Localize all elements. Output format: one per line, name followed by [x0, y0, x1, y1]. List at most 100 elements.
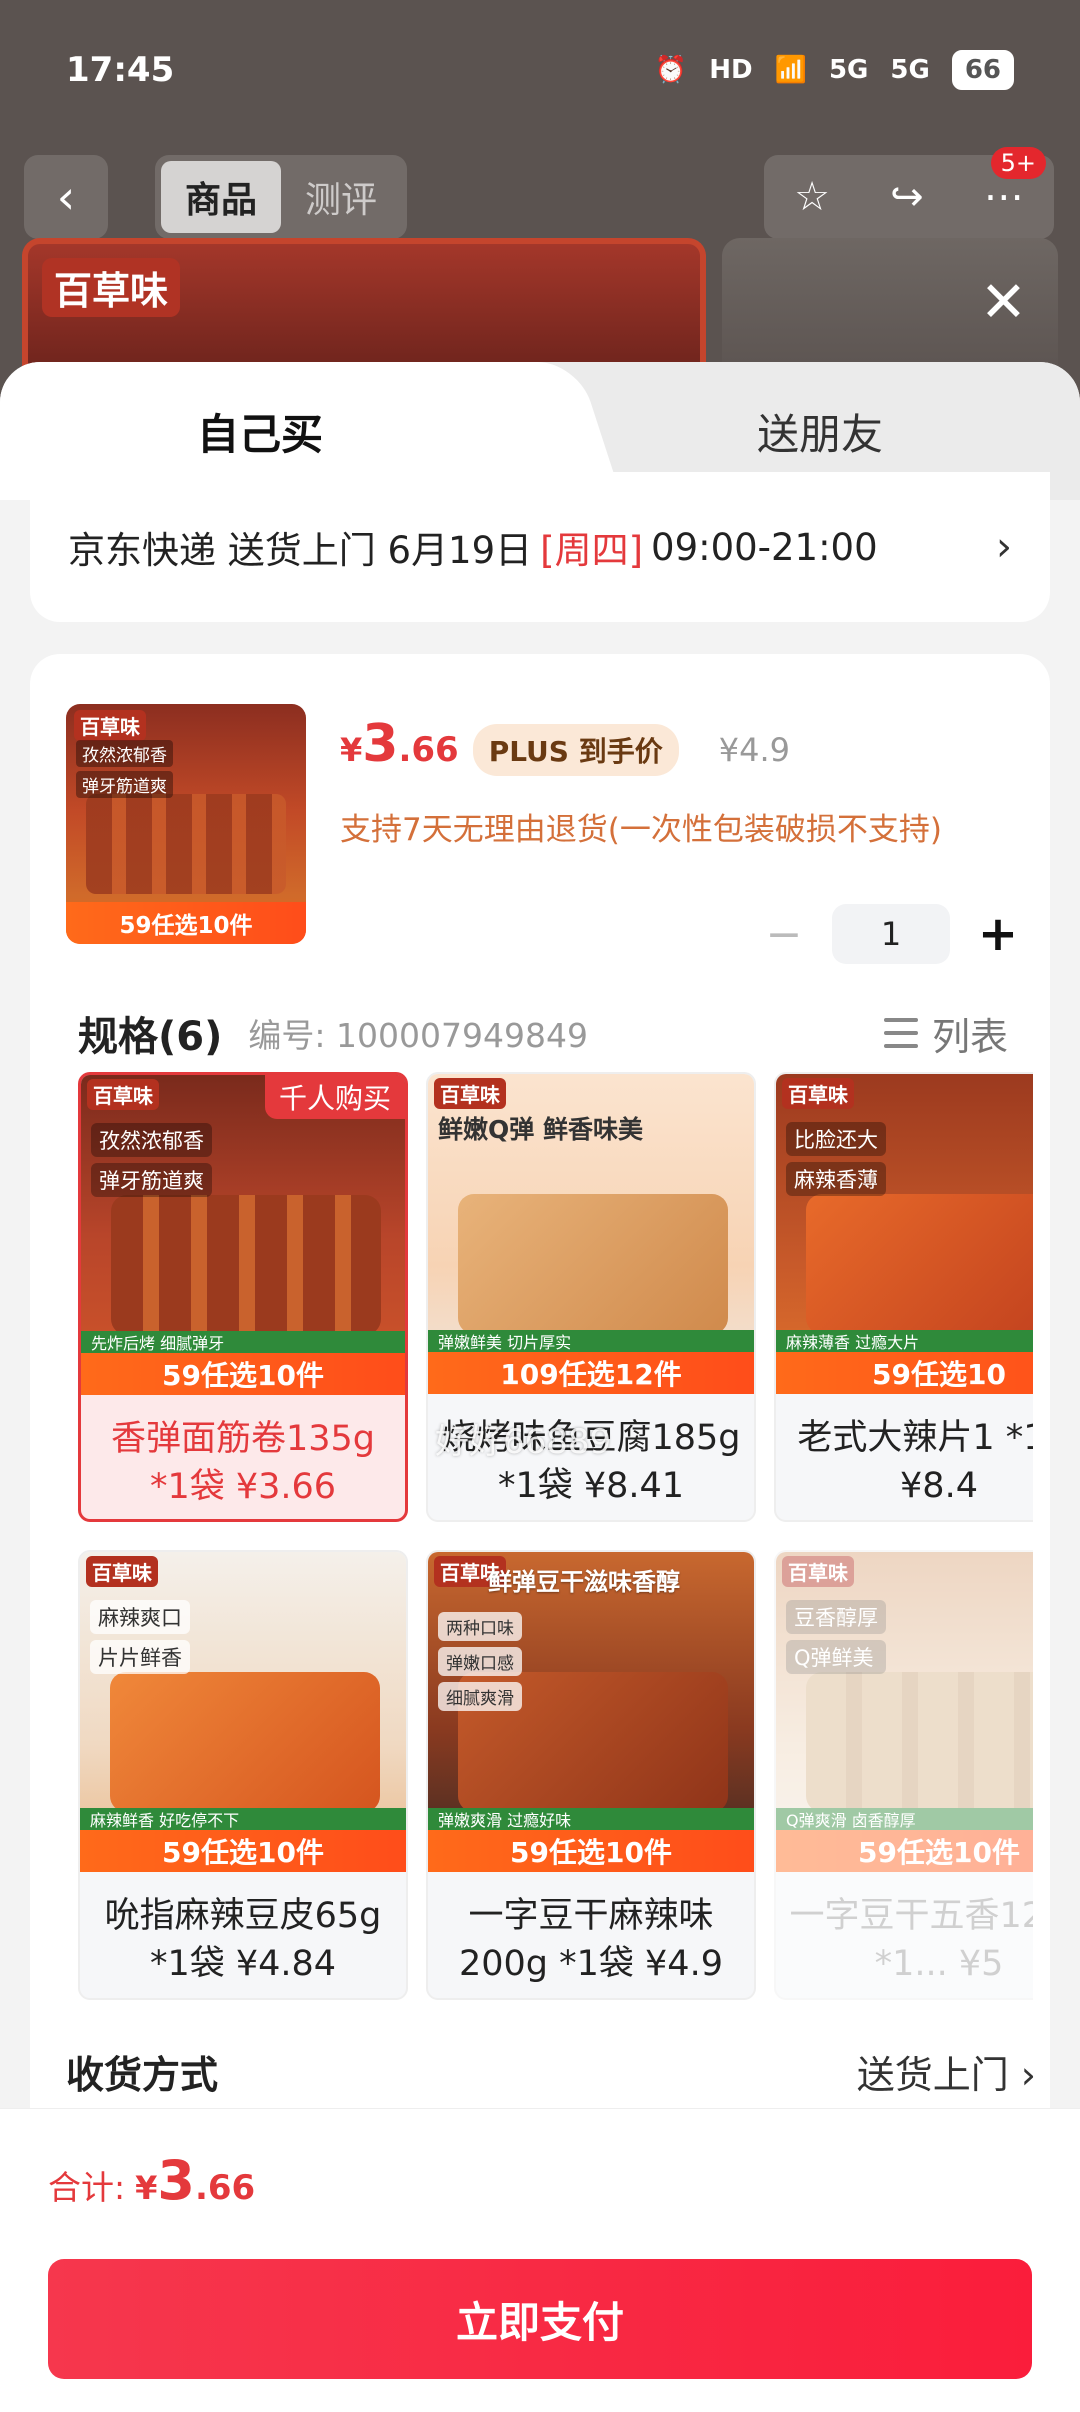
spec-tags: 两种口味 弹嫩口感 细腻爽滑 — [438, 1612, 522, 1711]
delivery-weekday: [周四] — [540, 529, 644, 572]
quantity-stepper: − 1 + — [760, 904, 1022, 964]
delivery-window: 09:00-21:00 — [651, 525, 878, 569]
signal-icon-2: 5G — [890, 55, 930, 85]
share-icon[interactable]: ↪ — [890, 174, 924, 220]
chevron-right-icon: › — [996, 524, 1012, 570]
spec-promo: 109任选12件 — [428, 1352, 754, 1394]
spec-tag: 弹牙筋道爽 — [91, 1163, 212, 1197]
product-tabs: 商品 测评 — [155, 155, 407, 239]
plus-price-badge: PLUS 到手价 — [472, 724, 679, 776]
background-banner: 百草味 — [22, 238, 706, 378]
spec-tags: 豆香醇厚 Q弹鲜美 — [786, 1600, 886, 1674]
list-view-label: 列表 — [931, 1014, 1008, 1059]
spec-image: 百草味 鲜嫩Q弹 鲜香味美 弹嫩鲜美 切片厚实 109任选12件 — [428, 1074, 754, 1394]
food-graphic — [458, 1194, 728, 1334]
spec-subline: 弹嫩鲜美 切片厚实 — [428, 1330, 754, 1352]
spec-tags: 麻辣爽口 片片鲜香 — [90, 1600, 190, 1674]
pay-now-button[interactable]: 立即支付 — [48, 2259, 1032, 2379]
spec-option[interactable]: 百草味 鲜弹豆干滋味香醇 两种口味 弹嫩口感 细腻爽滑 弹嫩爽滑 过瘾好味 59… — [426, 1550, 756, 2000]
spec-header: 规格(6) 编号: 100007949849 列表 — [78, 1004, 1008, 1062]
close-icon[interactable]: ✕ — [980, 270, 1027, 335]
brand-logo: 百草味 — [782, 1556, 854, 1587]
image-tag: 弹牙筋道爽 — [76, 771, 173, 798]
tab-buy-self[interactable]: 自己买 — [0, 362, 520, 500]
spec-headline: 鲜嫩Q弹 鲜香味美 — [438, 1115, 643, 1144]
tab-send-friend[interactable]: 送朋友 — [600, 362, 1040, 500]
spec-tag: 豆香醇厚 — [786, 1600, 886, 1634]
back-button[interactable]: ‹ — [24, 155, 108, 239]
brand-logo: 百草味 — [42, 258, 181, 317]
price-decimal: .66 — [398, 730, 459, 770]
spec-option[interactable]: 百草味 比脸还大 麻辣香薄 麻辣薄香 过瘾大片 59任选10 老式大辣片1 *1… — [774, 1072, 1033, 1522]
spec-tag: 两种口味 — [438, 1612, 522, 1641]
spec-promo: 59任选10件 — [428, 1830, 754, 1872]
wifi-icon: 📶 — [774, 55, 807, 85]
tab-review[interactable]: 测评 — [281, 161, 401, 233]
food-graphic — [110, 1672, 380, 1812]
spec-option[interactable]: 百草味 豆香醇厚 Q弹鲜美 Q弹爽滑 卤香醇厚 59任选10件 一字豆干五香12… — [774, 1550, 1033, 2000]
tab-product[interactable]: 商品 — [161, 161, 281, 233]
price-integer: 3 — [362, 714, 399, 774]
delivery-carrier: 京东快递 送货上门 6月19日 — [68, 529, 533, 572]
checkout-footer: 合计: ¥3.66 立即支付 — [0, 2108, 1080, 2412]
list-view-toggle[interactable]: 列表 — [883, 1006, 1008, 1061]
spec-name: 吮指麻辣豆皮65g *1袋 ¥4.84 — [104, 1896, 382, 1984]
background-nav: ‹ 商品 测评 ☆ ↪ ⋯ 5+ — [0, 147, 1080, 245]
price-row: ¥3.66 PLUS 到手价 ¥4.9 — [340, 714, 790, 776]
status-icons: ⏰ HD 📶 5G 5G 66 — [655, 50, 1014, 90]
spec-name: 老式大辣片1 *1袋 ¥8.4 — [797, 1418, 1033, 1506]
spec-tag: 麻辣香薄 — [786, 1162, 886, 1196]
spec-tags: 比脸还大 麻辣香薄 — [786, 1122, 886, 1196]
total-symbol: ¥ — [135, 2169, 158, 2207]
receive-label: 收货方式 — [66, 2053, 219, 2097]
spec-option[interactable]: 百草味 孜然浓郁香 弹牙筋道爽 先炸后烤 细腻弹牙 59任选10件 千人购买 香… — [78, 1072, 408, 1522]
spec-image: 百草味 豆香醇厚 Q弹鲜美 Q弹爽滑 卤香醇厚 59任选10件 — [776, 1552, 1033, 1872]
spec-promo: 59任选10件 — [776, 1830, 1033, 1872]
total-integer: 3 — [157, 2149, 195, 2212]
spec-subline: Q弹爽滑 卤香醇厚 — [776, 1808, 1033, 1830]
status-bar: 17:45 ⏰ HD 📶 5G 5G 66 — [0, 0, 1080, 140]
spec-name: 一字豆干五香120g *1... ¥5 — [789, 1896, 1033, 1984]
signal-icon-1: 5G — [828, 55, 869, 85]
spec-tags: 孜然浓郁香 弹牙筋道爽 — [91, 1123, 212, 1197]
food-graphic — [806, 1672, 1033, 1812]
battery-icon: 66 — [951, 50, 1014, 90]
price-symbol: ¥ — [340, 731, 363, 769]
spec-tag: 麻辣爽口 — [90, 1600, 190, 1634]
star-icon[interactable]: ☆ — [794, 174, 830, 220]
total-label: 合计: — [48, 2168, 126, 2207]
spec-subline: 弹嫩爽滑 过瘾好味 — [428, 1808, 754, 1830]
brand-logo: 百草味 — [782, 1078, 854, 1109]
spec-promo: 59任选10件 — [81, 1353, 405, 1395]
food-graphic — [86, 794, 286, 894]
brand-logo: 百草味 — [434, 1078, 506, 1109]
quantity-input[interactable]: 1 — [832, 904, 950, 964]
list-icon — [883, 1018, 918, 1048]
brand-logo: 百草味 — [86, 1556, 158, 1587]
spec-subline: 麻辣鲜香 好吃停不下 — [80, 1808, 406, 1830]
spec-grid: 百草味 孜然浓郁香 弹牙筋道爽 先炸后烤 细腻弹牙 59任选10件 千人购买 香… — [78, 1072, 1033, 2022]
current-price: ¥3.66 — [340, 714, 459, 774]
product-image[interactable]: 百草味 孜然浓郁香 弹牙筋道爽 59任选10件 — [66, 704, 306, 944]
total-decimal: .66 — [194, 2168, 256, 2208]
increase-button[interactable]: + — [974, 906, 1022, 962]
spec-option[interactable]: 百草味 麻辣爽口 片片鲜香 麻辣鲜香 好吃停不下 59任选10件 吮指麻辣豆皮6… — [78, 1550, 408, 2000]
spec-title: 规格(6) — [78, 1014, 223, 1060]
more-icon[interactable]: ⋯ — [984, 174, 1024, 220]
spec-image: 百草味 比脸还大 麻辣香薄 麻辣薄香 过瘾大片 59任选10 — [776, 1074, 1033, 1394]
total-price: 合计: ¥3.66 — [48, 2149, 255, 2212]
brand-logo: 百草味 — [87, 1079, 159, 1110]
receive-value: 送货上门 › — [856, 2053, 1036, 2097]
decrease-button[interactable]: − — [760, 909, 808, 960]
purchase-sheet: 自己买 送朋友 京东快递 送货上门 6月19日 [周四] 09:00-21:00… — [0, 362, 1080, 2412]
hd-icon: HD — [709, 55, 753, 85]
spec-name: 香弹面筋卷135g *1袋 ¥3.66 — [110, 1419, 376, 1507]
spec-name: 一字豆干麻辣味200g *1袋 ¥4.9 — [459, 1896, 723, 1984]
image-tags: 孜然浓郁香 弹牙筋道爽 — [76, 740, 173, 798]
image-tag: 孜然浓郁香 — [76, 740, 173, 767]
return-policy: 支持7天无理由退货(一次性包装破损不支持) — [340, 812, 942, 848]
original-price: ¥4.9 — [718, 731, 790, 769]
receive-method-row[interactable]: 收货方式 送货上门 › — [66, 2044, 1036, 2099]
spec-subline: 麻辣薄香 过瘾大片 — [776, 1330, 1033, 1352]
image-promo: 59任选10件 — [66, 902, 306, 944]
